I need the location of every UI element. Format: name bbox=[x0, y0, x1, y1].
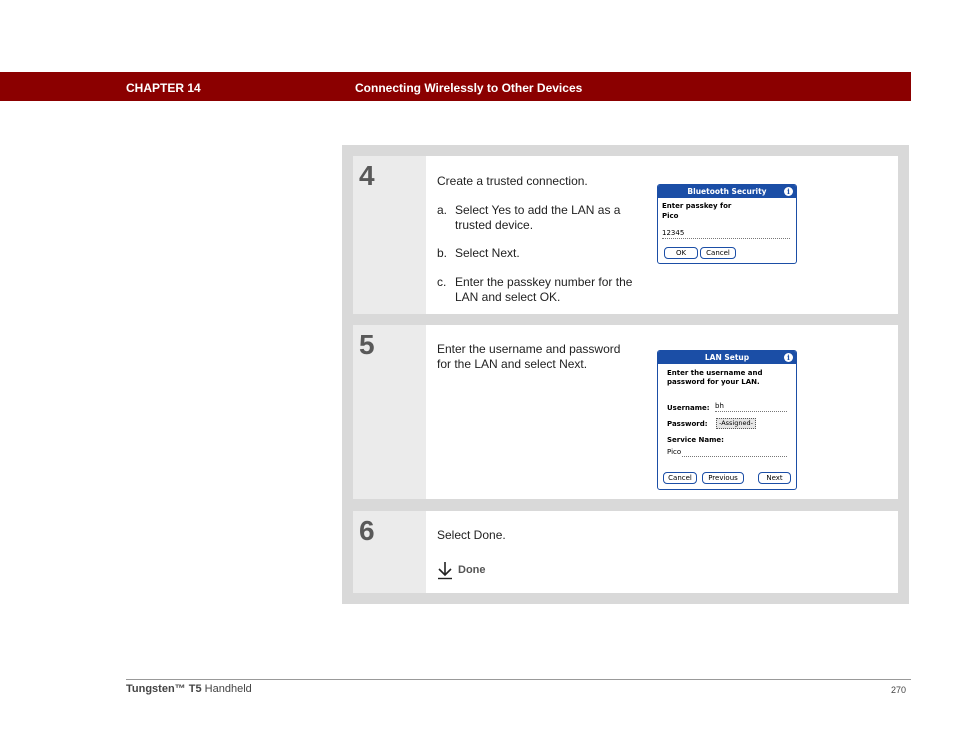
steps-panel: 4 Create a trusted connection. a. Select… bbox=[342, 145, 909, 604]
step-4: 4 Create a trusted connection. a. Select… bbox=[353, 156, 898, 314]
page-number: 270 bbox=[891, 685, 907, 695]
dialog-title: Bluetooth Security bbox=[687, 187, 767, 196]
step-number-column: 6 bbox=[353, 511, 426, 593]
username-underline bbox=[715, 411, 787, 412]
step-intro: Select Done. bbox=[437, 528, 506, 542]
step-content: Select Done. Done bbox=[426, 511, 898, 593]
service-name-field[interactable]: Pico bbox=[667, 448, 681, 457]
chapter-title: Connecting Wirelessly to Other Devices bbox=[355, 81, 583, 95]
step-5: 5 Enter the username and password for th… bbox=[353, 325, 898, 499]
substep-text: Select Next. bbox=[455, 246, 520, 260]
lan-prompt-line1: Enter the username and bbox=[667, 369, 763, 377]
substep-label: b. bbox=[437, 246, 448, 260]
cancel-button[interactable]: Cancel bbox=[663, 472, 697, 484]
dialog-title-bar: Bluetooth Security i bbox=[658, 185, 796, 198]
service-name-underline bbox=[682, 456, 787, 457]
substep-text: Select Yes to add the LAN as a trusted d… bbox=[455, 203, 621, 232]
passkey-prompt-line1: Enter passkey for bbox=[662, 202, 732, 210]
username-label: Username: bbox=[667, 404, 710, 412]
password-selector[interactable]: -Assigned- bbox=[716, 418, 756, 429]
step-intro: Enter the username and password for the … bbox=[437, 342, 621, 371]
product-type: Handheld bbox=[204, 683, 252, 695]
dialog-title-bar: LAN Setup i bbox=[658, 351, 796, 364]
bluetooth-security-dialog: Bluetooth Security i Enter passkey for P… bbox=[657, 184, 797, 264]
step-number: 6 bbox=[359, 515, 375, 546]
password-label: Password: bbox=[667, 420, 708, 428]
substep-label: c. bbox=[437, 275, 447, 289]
done-link-label: Done bbox=[458, 564, 486, 576]
substep-text: Enter the passkey number for the LAN and… bbox=[455, 275, 633, 304]
info-icon[interactable]: i bbox=[784, 353, 793, 362]
username-field[interactable]: bh bbox=[715, 402, 724, 411]
step-intro: Create a trusted connection. bbox=[437, 174, 588, 188]
chapter-label: CHAPTER 14 bbox=[126, 81, 201, 95]
step-content: Enter the username and password for the … bbox=[426, 325, 898, 499]
step-number: 5 bbox=[359, 329, 375, 360]
product-brand: Tungsten™ bbox=[126, 683, 186, 695]
cancel-button[interactable]: Cancel bbox=[700, 247, 736, 259]
passkey-underline bbox=[662, 238, 790, 239]
dialog-title: LAN Setup bbox=[704, 353, 750, 362]
step-content: Create a trusted connection. a. Select Y… bbox=[426, 156, 898, 314]
down-arrow-icon bbox=[438, 562, 452, 580]
lan-prompt-line2: password for your LAN. bbox=[667, 378, 760, 386]
substep-label: a. bbox=[437, 203, 448, 217]
previous-button[interactable]: Previous bbox=[702, 472, 744, 484]
lan-setup-dialog: LAN Setup i Enter the username and passw… bbox=[657, 350, 797, 490]
passkey-field[interactable]: 12345 bbox=[662, 229, 684, 238]
substep-c: c. Enter the passkey number for the LAN … bbox=[437, 275, 637, 304]
step-number: 4 bbox=[359, 160, 375, 191]
step-6: 6 Select Done. Done bbox=[353, 511, 898, 593]
footer-divider bbox=[126, 679, 911, 680]
product-model: T5 bbox=[188, 683, 202, 695]
chapter-header: CHAPTER 14 Connecting Wirelessly to Othe… bbox=[0, 72, 911, 101]
step-number-column: 5 bbox=[353, 325, 426, 499]
passkey-prompt-line2: Pico bbox=[662, 212, 679, 220]
info-icon[interactable]: i bbox=[784, 187, 793, 196]
ok-button[interactable]: OK bbox=[664, 247, 698, 259]
substep-a: a. Select Yes to add the LAN as a truste… bbox=[437, 203, 637, 232]
footer-product: Tungsten™ T5 Handheld bbox=[126, 683, 252, 695]
next-button[interactable]: Next bbox=[758, 472, 791, 484]
step-number-column: 4 bbox=[353, 156, 426, 314]
service-name-label: Service Name: bbox=[667, 436, 724, 444]
substep-b: b. Select Next. bbox=[437, 246, 637, 261]
